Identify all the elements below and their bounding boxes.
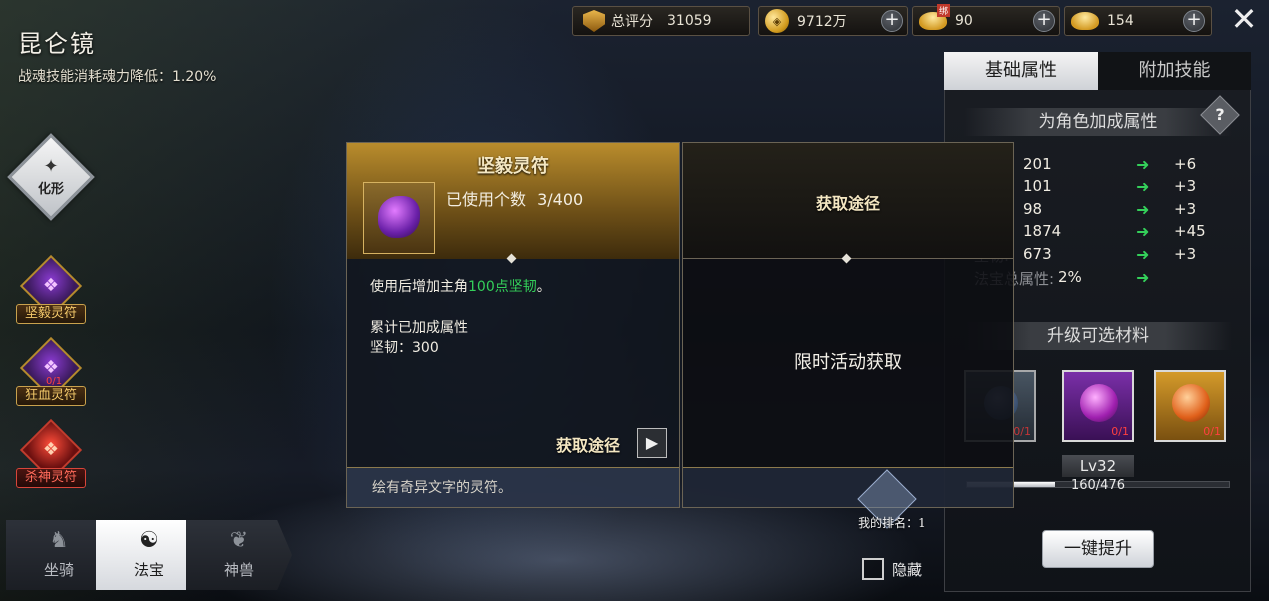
attribute-increase: +45 bbox=[1174, 222, 1206, 240]
tab-mount-label: 坐骑 bbox=[43, 561, 74, 579]
effect-prefix: 使用后增加主角 bbox=[370, 279, 468, 295]
total-score-value: 31059 bbox=[667, 13, 712, 29]
hide-checkbox[interactable] bbox=[862, 558, 884, 580]
used-count-row: 已使用个数 3/400 bbox=[446, 186, 583, 210]
gold-value: 9712万 bbox=[797, 14, 847, 30]
get-route-source[interactable]: 限时活动获取 bbox=[682, 348, 1014, 374]
purple-talisman-icon bbox=[378, 196, 420, 238]
arrow-right-icon: ➜ bbox=[1136, 155, 1150, 174]
item-name: 坚毅灵符 bbox=[477, 156, 549, 177]
effect-highlight: 100点坚韧 bbox=[468, 279, 537, 295]
talisman-label: 坚毅灵符 bbox=[16, 304, 86, 324]
bound-ingot-value: 90 bbox=[955, 13, 973, 29]
arrow-right-icon: ➜ bbox=[1136, 268, 1150, 287]
attribute-value: 2% bbox=[1058, 268, 1082, 286]
arrow-right-icon: ➜ bbox=[1136, 200, 1150, 219]
yin-yang-icon: ☯ bbox=[139, 528, 159, 553]
used-count-value: 3/400 bbox=[537, 190, 584, 209]
attribute-value: 101 bbox=[1023, 177, 1052, 195]
transform-button-label: 化形 bbox=[37, 181, 64, 197]
attribute-increase: +3 bbox=[1174, 200, 1197, 218]
gold-bar: ◈ 9712万 + bbox=[758, 6, 908, 36]
help-icon[interactable]: ? bbox=[1206, 101, 1234, 129]
skill-cost-reduction-text: 战魂技能消耗魂力降低：1.20% bbox=[18, 69, 217, 85]
total-score-label: 总评分 bbox=[611, 14, 653, 30]
my-rank-text: 我的排名：1 bbox=[858, 516, 926, 530]
attribute-value: 98 bbox=[1023, 200, 1043, 218]
ingot-value: 154 bbox=[1107, 13, 1134, 29]
hide-label: 隐藏 bbox=[892, 561, 923, 579]
attribute-value: 673 bbox=[1023, 245, 1052, 263]
talisman-item-jianyi[interactable]: ❖ 坚毅灵符 bbox=[16, 254, 86, 328]
ingot-icon bbox=[1071, 12, 1099, 30]
accumulated-value: 坚韧：300 bbox=[370, 340, 439, 356]
arrow-right-icon: ➜ bbox=[1136, 222, 1150, 241]
attribute-value: 201 bbox=[1023, 155, 1052, 173]
get-route-footer bbox=[683, 467, 1013, 507]
attribute-increase: +3 bbox=[1174, 177, 1197, 195]
gold-yin-yang-chest-icon bbox=[1172, 384, 1210, 422]
tab-treasure-label: 法宝 bbox=[133, 561, 164, 579]
tab-basic-attributes[interactable]: 基础属性 bbox=[944, 52, 1098, 90]
tab-divine-beast-label: 神兽 bbox=[223, 561, 254, 579]
ingot-bar: 154 + bbox=[1064, 6, 1212, 36]
item-flavor-text: 绘有奇异文字的灵符。 bbox=[372, 480, 512, 496]
effect-suffix: 。 bbox=[536, 279, 551, 295]
material-count: 0/1 bbox=[1013, 425, 1031, 438]
treasure-level: Lv32 bbox=[1062, 455, 1134, 477]
add-bound-ingot-button[interactable]: + bbox=[1033, 10, 1055, 32]
arrow-right-icon: ➜ bbox=[1136, 245, 1150, 264]
score-badge-icon bbox=[583, 10, 605, 32]
close-icon[interactable]: ✕ bbox=[1228, 3, 1260, 36]
add-gold-button[interactable]: + bbox=[881, 10, 903, 32]
used-count-label: 已使用个数 bbox=[446, 190, 527, 209]
bound-ingot-bar: 绑 90 + bbox=[912, 4, 1060, 36]
add-ingot-button[interactable]: + bbox=[1183, 10, 1205, 32]
xp-progress-text: 160/476 bbox=[1070, 478, 1125, 493]
tab-extra-skills[interactable]: 附加技能 bbox=[1098, 52, 1251, 90]
horse-icon: ♞ bbox=[49, 528, 69, 553]
wing-icon: ❦ bbox=[229, 528, 249, 553]
bound-badge: 绑 bbox=[937, 4, 951, 17]
flame-icon: ✦ bbox=[43, 155, 59, 177]
attribute-section-title: 为角色加成属性 bbox=[964, 108, 1232, 136]
material-slot[interactable]: 0/1 bbox=[1154, 370, 1226, 442]
talisman-label: 杀神灵符 bbox=[16, 468, 86, 488]
material-count: 0/1 bbox=[1111, 425, 1129, 438]
total-score-bar: 总评分 31059 bbox=[572, 6, 750, 36]
gold-coin-icon: ◈ bbox=[765, 9, 789, 33]
play-arrow-icon[interactable]: ▶ bbox=[637, 428, 667, 458]
material-slot[interactable]: 0/1 bbox=[1062, 370, 1134, 442]
attribute-increase: +3 bbox=[1174, 245, 1197, 263]
purple-talisman-icon: ❖ bbox=[42, 274, 60, 296]
item-effect-text: 使用后增加主角100点坚韧。 bbox=[370, 276, 551, 296]
get-route-link[interactable]: 获取途径 bbox=[556, 432, 620, 456]
material-count: 0/1 bbox=[1203, 425, 1221, 438]
purple-yin-yang-chest-icon bbox=[1080, 384, 1118, 422]
talisman-item-kuangxue[interactable]: ❖ 0/1 狂血灵符 bbox=[16, 336, 86, 410]
page-title: 昆仑镜 bbox=[18, 30, 96, 58]
talisman-item-shashen[interactable]: ❖ 杀神灵符 bbox=[16, 418, 86, 492]
attribute-increase: +6 bbox=[1174, 155, 1197, 173]
attribute-value: 1874 bbox=[1023, 222, 1062, 240]
accumulated-title: 累计已加成属性 bbox=[370, 320, 468, 336]
arrow-right-icon: ➜ bbox=[1136, 177, 1150, 196]
one-click-upgrade-button[interactable]: 一键提升 bbox=[1042, 530, 1154, 568]
red-talisman-icon: ❖ bbox=[42, 438, 60, 460]
talisman-label: 狂血灵符 bbox=[16, 386, 86, 406]
transform-button[interactable]: ✦ 化形 bbox=[20, 146, 82, 208]
get-route-title: 获取途径 bbox=[815, 194, 880, 213]
tab-divine-beast[interactable]: ❦ 神兽 bbox=[186, 520, 292, 590]
